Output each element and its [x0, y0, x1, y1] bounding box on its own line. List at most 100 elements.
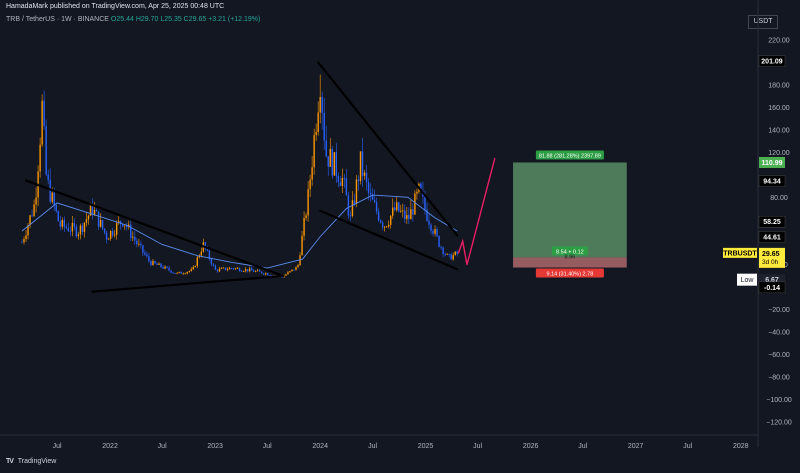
candle-body — [337, 176, 340, 183]
trendlines[interactable] — [24, 61, 459, 293]
candle-body — [295, 267, 297, 271]
candle-body — [63, 220, 65, 227]
candle-body — [369, 192, 372, 195]
candle-body — [218, 268, 221, 272]
candle-body — [357, 179, 360, 182]
candle-body — [200, 251, 203, 256]
price-tick-label: 180.00 — [768, 82, 790, 89]
projection-path[interactable] — [457, 157, 496, 265]
candle-body — [134, 236, 136, 241]
candle-body — [440, 246, 442, 248]
candle-body — [373, 199, 376, 203]
candle-body — [394, 207, 396, 211]
candle-body — [329, 148, 331, 167]
price-tick-label: 120.00 — [768, 150, 790, 157]
candle-body — [379, 220, 382, 223]
candle-body — [267, 273, 269, 276]
candle-body — [361, 151, 364, 176]
candle-body — [345, 178, 348, 196]
price-tag-110.99: 110.99 — [759, 156, 785, 168]
candle-body — [424, 196, 426, 210]
candle-body — [33, 204, 35, 217]
candle-body — [216, 269, 219, 272]
candle-body — [381, 222, 384, 228]
time-tick-label: Jul — [53, 443, 62, 450]
candle-body — [180, 271, 182, 274]
candle-body — [31, 215, 33, 217]
moving-average — [21, 194, 458, 269]
profit-zone[interactable] — [513, 162, 627, 258]
price-tag-label: 94.34 — [763, 179, 781, 186]
chart-frame: HamadaMark published on TradingView.com,… — [0, 0, 800, 473]
candle-body — [23, 238, 25, 243]
candle-body — [77, 234, 80, 237]
candle-body — [83, 222, 86, 232]
candle-body — [250, 268, 253, 271]
candle-body — [61, 220, 63, 227]
candle-body — [188, 271, 190, 273]
candle-body — [55, 204, 57, 212]
tradingview-footer[interactable]: TV TradingView — [6, 458, 56, 465]
candle-body — [269, 275, 271, 276]
candle-body — [166, 266, 168, 268]
candle-body — [226, 269, 229, 271]
price-tick-label: 80.00 — [770, 195, 788, 202]
candle-body — [454, 251, 456, 256]
price-tag-58.25: 58.25 — [758, 215, 786, 228]
candle-body — [234, 268, 237, 270]
candle-body — [97, 211, 100, 227]
candle-body — [101, 220, 104, 229]
candle-body — [448, 254, 450, 255]
time-axis[interactable]: Jul 2022 Jul 2023 Jul 2024 Jul 2025 Jul 2026 Jul 20… — [0, 434, 758, 450]
candle-body — [162, 267, 164, 269]
candle-body — [438, 235, 440, 247]
candle-body — [252, 270, 255, 272]
upper-trendline-2[interactable] — [317, 61, 459, 237]
time-tick-label: 2027 — [628, 443, 644, 450]
candle-body — [319, 97, 321, 113]
candle-body — [103, 228, 106, 233]
candle-body — [442, 247, 444, 254]
candle-body — [398, 202, 400, 212]
candle-body — [309, 179, 311, 190]
lower-trendline-2[interactable] — [319, 209, 459, 271]
candle-body — [91, 205, 94, 215]
candle-body — [57, 211, 59, 222]
candle-body — [327, 156, 329, 167]
candle-body — [51, 192, 53, 202]
candle-body — [220, 268, 223, 269]
stop-label: 9.14 (31.40%) 2.78 — [546, 272, 593, 278]
price-chart[interactable]: 220.00180.00160.00140.00120.0080.0020.00… — [0, 0, 800, 473]
price-tick-label: −100.00 — [766, 397, 792, 404]
candle-body — [347, 195, 350, 216]
candle-body — [390, 215, 392, 225]
candle-body — [49, 180, 51, 202]
candle-body — [186, 272, 188, 274]
candle-body — [432, 230, 434, 234]
candle-body — [408, 214, 410, 220]
candle-body — [53, 192, 55, 205]
candle-body — [144, 252, 146, 255]
candle-body — [240, 271, 243, 272]
lower-trendline-1[interactable] — [91, 274, 285, 293]
projection-line[interactable] — [457, 157, 496, 265]
position-zone[interactable]: 81.88 (281.28%) 2397.898.54 + 0.128.969.… — [513, 150, 627, 278]
candle-body — [321, 97, 323, 113]
candle-body — [333, 152, 335, 176]
time-tick-label: Jul — [158, 443, 167, 450]
price-tick-label: 220.00 — [768, 38, 790, 45]
candle-body — [365, 172, 368, 182]
candle-body — [303, 217, 305, 236]
candle-body — [265, 273, 267, 275]
time-tick-label: Jul — [263, 443, 272, 450]
candle-body — [263, 273, 265, 275]
candle-body — [95, 209, 98, 212]
price-tag-label: 58.25 — [763, 219, 781, 226]
candle-body — [428, 220, 430, 225]
candle-body — [325, 140, 327, 157]
candle-body — [178, 271, 180, 273]
candle-body — [194, 265, 196, 268]
candle-body — [261, 271, 263, 274]
brand-name: TradingView — [17, 458, 57, 465]
candle-body — [146, 254, 148, 257]
